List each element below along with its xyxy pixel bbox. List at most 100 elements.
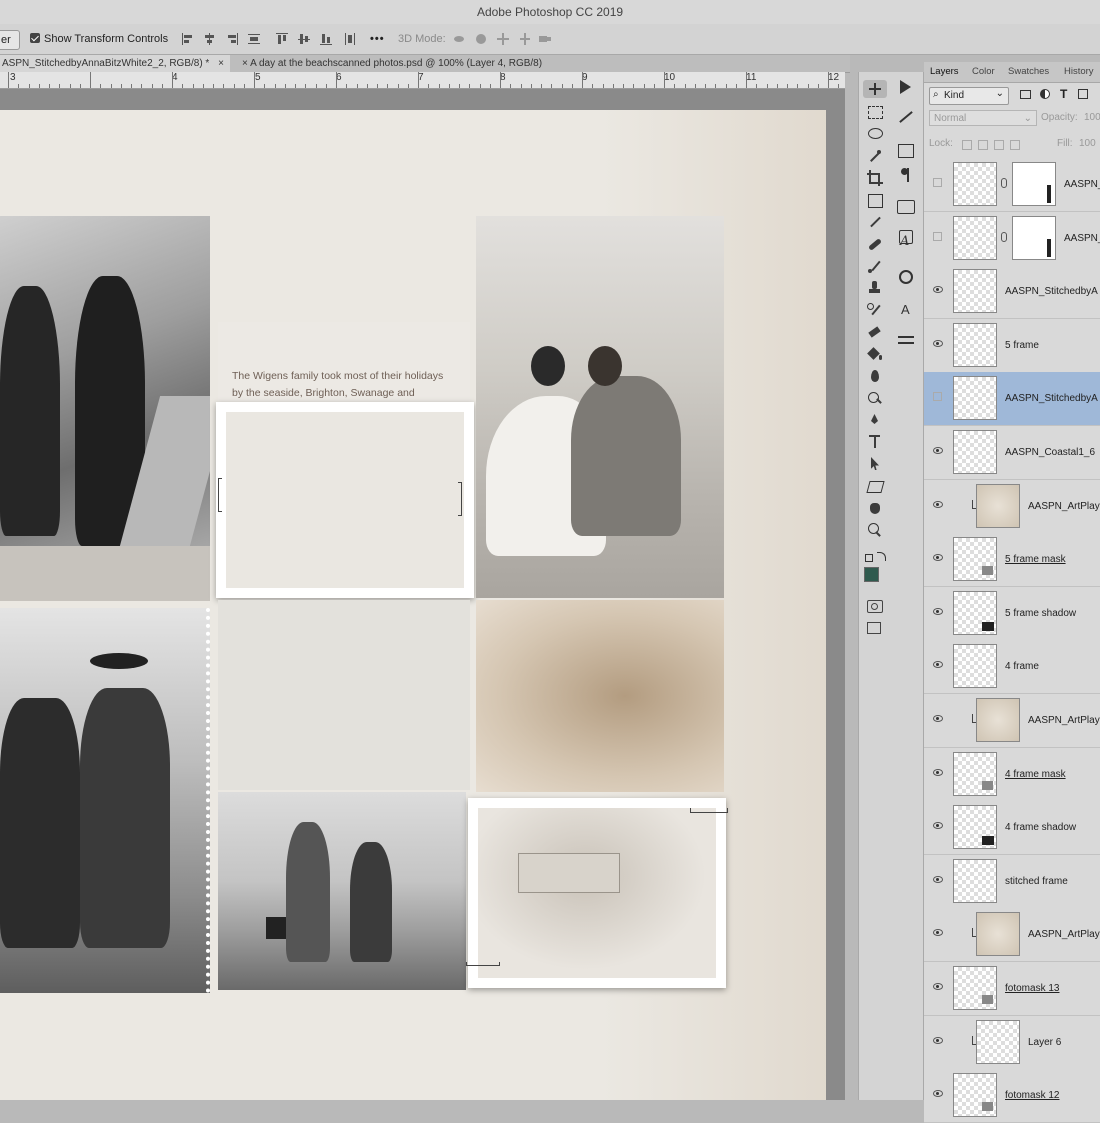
eye-icon[interactable] xyxy=(933,929,943,937)
tab-history[interactable]: History xyxy=(1064,66,1094,77)
layer-row[interactable]: AASPN_ xyxy=(924,211,1100,266)
3d-camera-icon[interactable] xyxy=(539,33,551,45)
3d-rotate-icon[interactable] xyxy=(453,33,465,45)
layer-row[interactable]: AASPN_StitchedbyA xyxy=(924,265,1100,320)
eye-icon[interactable] xyxy=(933,1090,943,1098)
filter-shape-icon[interactable] xyxy=(1078,89,1088,99)
align-right-icon[interactable] xyxy=(226,33,238,45)
layer-row[interactable]: fotomask 13 xyxy=(924,962,1100,1016)
tab-stitched-doc[interactable]: ASPN_StitchedbyAnnaBitzWhite2_2, RGB/8) … xyxy=(0,55,230,72)
eye-icon[interactable] xyxy=(933,500,943,508)
eye-icon[interactable] xyxy=(933,1036,943,1044)
layer-dropdown[interactable]: er ⌄ xyxy=(0,30,20,64)
layer-row[interactable]: 4 frame shadow xyxy=(924,801,1100,856)
eye-icon[interactable] xyxy=(933,607,943,615)
path-select-tool[interactable] xyxy=(866,456,884,472)
pen-tool[interactable] xyxy=(866,412,884,428)
layer-mask-thumbnail[interactable] xyxy=(1012,215,1056,260)
frame-tool[interactable] xyxy=(866,192,884,208)
character-icon[interactable]: A xyxy=(900,234,912,252)
blur-tool[interactable] xyxy=(866,368,884,384)
align-left-icon[interactable] xyxy=(182,33,194,45)
document-canvas[interactable]: The Wigens family took most of their hol… xyxy=(0,110,826,1100)
layer-row[interactable]: 5 frame xyxy=(924,318,1100,373)
eye-icon[interactable] xyxy=(933,768,943,776)
libraries-icon[interactable] xyxy=(899,270,913,284)
align-bottom-icon[interactable] xyxy=(320,33,332,45)
eye-icon[interactable] xyxy=(933,822,943,830)
layer-row[interactable]: AASPN_ArtPlay xyxy=(924,694,1100,748)
healing-tool[interactable] xyxy=(866,236,884,252)
fill-input[interactable]: 100 xyxy=(1079,138,1096,149)
eye-icon[interactable] xyxy=(933,286,943,294)
opacity-input[interactable]: 100 xyxy=(1084,112,1100,123)
layer-row[interactable]: stitched frame xyxy=(924,854,1100,909)
eye-icon[interactable] xyxy=(933,339,943,347)
eye-icon[interactable] xyxy=(933,661,943,669)
shape-tool[interactable] xyxy=(866,478,885,494)
clone-stamp-tool[interactable] xyxy=(866,280,884,296)
zoom-tool[interactable] xyxy=(866,522,884,538)
tab-swatches[interactable]: Swatches xyxy=(1008,66,1049,77)
default-colors-icon[interactable] xyxy=(865,554,873,562)
crop-tool[interactable] xyxy=(866,170,884,186)
horizontal-ruler[interactable]: 3 4 5 6 7 8 9 10 11 12 xyxy=(0,72,845,89)
show-transform-controls-checkbox[interactable]: Show Transform Controls xyxy=(30,30,168,48)
layer-row[interactable]: AASPN_ArtPlay xyxy=(924,479,1100,534)
paint-bucket-tool[interactable] xyxy=(866,346,884,362)
play-icon[interactable] xyxy=(900,80,911,94)
lock-all-icon[interactable] xyxy=(1010,140,1020,150)
visibility-toggle[interactable] xyxy=(933,231,942,241)
layer-row[interactable]: fotomask 12 xyxy=(924,1069,1100,1123)
close-icon[interactable]: × xyxy=(242,58,248,69)
layer-row[interactable]: 4 frame xyxy=(924,640,1100,695)
tab-layers[interactable]: Layers xyxy=(930,66,959,77)
glyphs-icon[interactable] xyxy=(897,200,915,214)
close-icon[interactable]: × xyxy=(218,58,224,69)
align-center-icon[interactable] xyxy=(204,33,216,45)
foreground-color-swatch[interactable] xyxy=(864,567,879,582)
lasso-tool[interactable] xyxy=(866,126,884,142)
filter-type-icon[interactable]: T xyxy=(1060,87,1067,101)
adjust-icon[interactable] xyxy=(898,110,914,124)
link-icon[interactable] xyxy=(1001,178,1007,188)
eye-icon[interactable] xyxy=(933,715,943,722)
lock-transparent-icon[interactable] xyxy=(962,140,972,150)
layer-row[interactable]: 5 frame mask xyxy=(924,533,1100,588)
filter-pixel-icon[interactable] xyxy=(1020,90,1031,99)
visibility-toggle[interactable] xyxy=(933,392,942,402)
eraser-tool[interactable] xyxy=(866,324,884,340)
link-icon[interactable] xyxy=(1001,231,1007,242)
layer-row[interactable]: AASPN_StitchedbyA xyxy=(924,372,1100,427)
distribute-icon[interactable] xyxy=(248,33,260,45)
quick-mask-icon[interactable] xyxy=(867,600,883,613)
lock-pixels-icon[interactable] xyxy=(978,140,988,150)
brush-settings-icon[interactable] xyxy=(898,144,914,158)
type-tool[interactable] xyxy=(866,434,884,450)
brush-tool[interactable] xyxy=(866,258,884,274)
eye-icon[interactable] xyxy=(933,554,943,562)
layer-row[interactable]: Layer 6 xyxy=(924,1015,1100,1070)
visibility-toggle[interactable] xyxy=(933,178,942,187)
lock-position-icon[interactable] xyxy=(994,140,1004,150)
layer-row[interactable]: AASPN_ xyxy=(924,158,1100,212)
screen-mode-icon[interactable] xyxy=(867,622,881,634)
eye-icon[interactable] xyxy=(933,983,943,990)
text-panel-icon[interactable]: A xyxy=(901,302,913,317)
dodge-tool[interactable] xyxy=(866,390,884,406)
layer-row[interactable]: 5 frame shadow xyxy=(924,586,1100,641)
quick-select-tool[interactable] xyxy=(866,148,884,164)
align-top-icon[interactable] xyxy=(276,33,288,45)
marquee-tool[interactable] xyxy=(866,104,884,120)
distribute-vertical-icon[interactable] xyxy=(344,33,356,45)
eye-icon[interactable] xyxy=(933,447,943,454)
paragraph-icon[interactable] xyxy=(901,168,911,182)
layer-row[interactable]: AASPN_ArtPlay xyxy=(924,908,1100,963)
filter-adjustment-icon[interactable] xyxy=(1040,89,1050,99)
layer-row[interactable]: AASPN_Coastal1_6 xyxy=(924,426,1100,480)
tab-color[interactable]: Color xyxy=(972,66,995,77)
layer-mask-thumbnail[interactable] xyxy=(1012,162,1056,206)
layer-row[interactable]: 4 frame mask xyxy=(924,747,1100,802)
3d-roll-icon[interactable] xyxy=(475,33,487,45)
eye-icon[interactable] xyxy=(933,875,943,883)
